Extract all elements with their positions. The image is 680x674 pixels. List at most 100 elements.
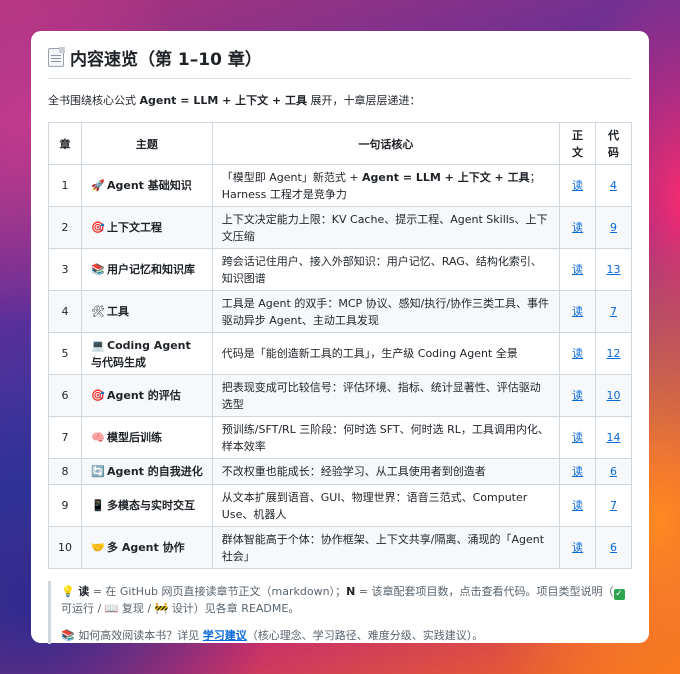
legend-note: 💡 读 = 在 GitHub 网页直接读章节正文（markdown）；N = 该… (61, 585, 625, 615)
chapter-row: 8 🔄 Agent 的自我进化 不改权重也能成长：经验学习、从工具使用者到创造者读 6 (48, 458, 632, 485)
chapter-number: 1 (48, 164, 82, 207)
read-cell: 读 (559, 526, 597, 569)
code-count-link[interactable]: 4 (610, 179, 617, 192)
construction-icon: 🚧 (154, 602, 169, 615)
chapter-row: 5 💻 Coding Agent 与代码生成 代码是「能创造新工具的工具」，生产级 C… (48, 332, 632, 375)
howto-note: 📚 如何高效阅读本书？详见 学习建议（核心理念、学习路径、难度分级、实践建议）。 (61, 629, 484, 642)
section-title: 内容速览（第 1–10 章） (70, 50, 262, 70)
read-link[interactable]: 读 (572, 221, 583, 234)
chapter-topic: 🤝 多 Agent 协作 (81, 526, 213, 569)
topic-emoji-icon: 🚀 (91, 179, 105, 192)
study-guide-link[interactable]: 学习建议 (203, 629, 247, 642)
topic-label: 多 Agent 协作 (107, 541, 185, 554)
chapter-core: 不改权重也能成长：经验学习、从工具使用者到创造者 (211, 458, 561, 485)
code-cell: 7 (595, 484, 632, 527)
topic-emoji-icon: 🎯 (91, 221, 105, 234)
read-link[interactable]: 读 (572, 179, 583, 192)
section-header: 内容速览（第 1–10 章） (48, 45, 631, 79)
col-header-topic: 主题 (81, 122, 213, 165)
chapter-number: 10 (48, 526, 82, 569)
chapter-core: 把表现变成可比较信号：评估环境、指标、统计显著性、评估驱动选型 (211, 374, 561, 417)
read-cell: 读 (559, 290, 597, 333)
topic-emoji-icon: 🎯 (91, 389, 105, 402)
read-link[interactable]: 读 (572, 465, 583, 478)
col-header-text: 正文 (559, 122, 597, 165)
readme-card: 内容速览（第 1–10 章） 全书围绕核心公式 Agent = LLM + 上下… (31, 31, 649, 644)
code-cell: 6 (595, 526, 632, 569)
read-link[interactable]: 读 (572, 305, 583, 318)
chapter-core: 从文本扩展到语音、GUI、物理世界：语音三范式、Computer Use、机器人 (211, 484, 561, 527)
code-count-link[interactable]: 6 (610, 465, 617, 478)
read-link[interactable]: 读 (572, 499, 583, 512)
code-cell: 4 (595, 164, 632, 207)
chapter-number: 8 (48, 458, 82, 485)
chapter-core: 跨会话记住用户、接入外部知识：用户记忆、RAG、结构化索引、知识图谱 (211, 248, 561, 291)
code-cell: 9 (595, 206, 632, 249)
topic-label: Agent 基础知识 (107, 179, 192, 192)
read-cell: 读 (559, 164, 597, 207)
read-cell: 读 (559, 416, 597, 459)
topic-label: Agent 的评估 (107, 389, 181, 402)
read-term: 读 (78, 585, 90, 598)
chapter-number: 7 (48, 416, 82, 459)
chapter-topic: 📚 用户记忆和知识库 (81, 248, 213, 291)
col-header-core: 一句话核心 (211, 122, 561, 165)
chapter-topic: 🔄 Agent 的自我进化 (81, 458, 213, 485)
code-cell: 10 (595, 374, 632, 417)
read-cell: 读 (559, 206, 597, 249)
books-icon: 📚 (61, 629, 75, 642)
read-link[interactable]: 读 (572, 431, 583, 444)
code-cell: 6 (595, 458, 632, 485)
tip-blockquote: 💡 读 = 在 GitHub 网页直接读章节正文（markdown）；N = 该… (48, 581, 631, 644)
topic-emoji-icon: 📱 (91, 499, 105, 512)
code-count-link[interactable]: 10 (607, 389, 621, 402)
chapter-topic: 🎯 Agent 的评估 (81, 374, 213, 417)
chapter-core: 「模型即 Agent」新范式 + Agent = LLM + 上下文 + 工具；… (211, 164, 561, 207)
chapter-table: 章 主题 一句话核心 正文 代码 1 🚀 Agent 基础知识 「模型即 Agent」… (48, 122, 632, 569)
chapter-row: 10 🤝 多 Agent 协作 群体智能高于个体：协作框架、上下文共享/隔离、涌现的「… (48, 526, 632, 569)
read-cell: 读 (559, 332, 597, 375)
chapter-number: 4 (48, 290, 82, 333)
chapter-row: 9 📱 多模态与实时交互 从文本扩展到语音、GUI、物理世界：语音三范式、Comput… (48, 484, 632, 527)
read-link[interactable]: 读 (572, 541, 583, 554)
chapter-row: 4 🛠 工具 工具是 Agent 的双手：MCP 协议、感知/执行/协作三类工具、事件… (48, 290, 632, 333)
chapter-number: 6 (48, 374, 82, 417)
topic-label: 上下文工程 (107, 221, 162, 234)
code-count-link[interactable]: 14 (607, 431, 621, 444)
chapter-topic: 💻 Coding Agent 与代码生成 (81, 332, 213, 375)
read-cell: 读 (559, 458, 597, 485)
chapter-topic: 📱 多模态与实时交互 (81, 484, 213, 527)
chapter-topic: 🚀 Agent 基础知识 (81, 164, 213, 207)
chapter-topic: 🛠 工具 (81, 290, 213, 333)
chapter-core: 代码是「能创造新工具的工具」，生产级 Coding Agent 全景 (211, 332, 561, 375)
table-header-row: 章 主题 一句话核心 正文 代码 (48, 122, 632, 165)
code-cell: 13 (595, 248, 632, 291)
chapter-number: 5 (48, 332, 82, 375)
topic-label: 多模态与实时交互 (107, 499, 195, 512)
code-cell: 12 (595, 332, 632, 375)
topic-emoji-icon: 📚 (91, 263, 105, 276)
core-formula: Agent = LLM + 上下文 + 工具 (139, 94, 308, 107)
code-count-link[interactable]: 12 (607, 347, 621, 360)
intro-text: 全书围绕核心公式 Agent = LLM + 上下文 + 工具 展开，十章层层递… (48, 94, 421, 107)
code-cell: 14 (595, 416, 632, 459)
read-link[interactable]: 读 (572, 263, 583, 276)
bulb-icon: 💡 (61, 585, 75, 598)
code-count-link[interactable]: 6 (610, 541, 617, 554)
read-link[interactable]: 读 (572, 347, 583, 360)
chapter-row: 3 📚 用户记忆和知识库 跨会话记住用户、接入外部知识：用户记忆、RAG、结构化索引、… (48, 248, 632, 291)
code-count-link[interactable]: 9 (610, 221, 617, 234)
chapter-row: 1 🚀 Agent 基础知识 「模型即 Agent」新范式 + Agent = LLM… (48, 164, 632, 207)
topic-emoji-icon: 🔄 (91, 465, 105, 478)
read-link[interactable]: 读 (572, 389, 583, 402)
book-icon: 📖 (104, 602, 119, 615)
code-count-link[interactable]: 13 (607, 263, 621, 276)
topic-emoji-icon: 🛠 (91, 305, 105, 318)
code-count-link[interactable]: 7 (610, 305, 617, 318)
topic-emoji-icon: 🤝 (91, 541, 105, 554)
code-count-link[interactable]: 7 (610, 499, 617, 512)
chapter-number: 2 (48, 206, 82, 249)
chapter-row: 2 🎯 上下文工程 上下文决定能力上限：KV Cache、提示工程、Agent Ski… (48, 206, 632, 249)
chapter-core: 预训练/SFT/RL 三阶段：何时选 SFT、何时选 RL，工具调用内化、样本效… (211, 416, 561, 459)
chapter-core: 上下文决定能力上限：KV Cache、提示工程、Agent Skills、上下文… (211, 206, 561, 249)
